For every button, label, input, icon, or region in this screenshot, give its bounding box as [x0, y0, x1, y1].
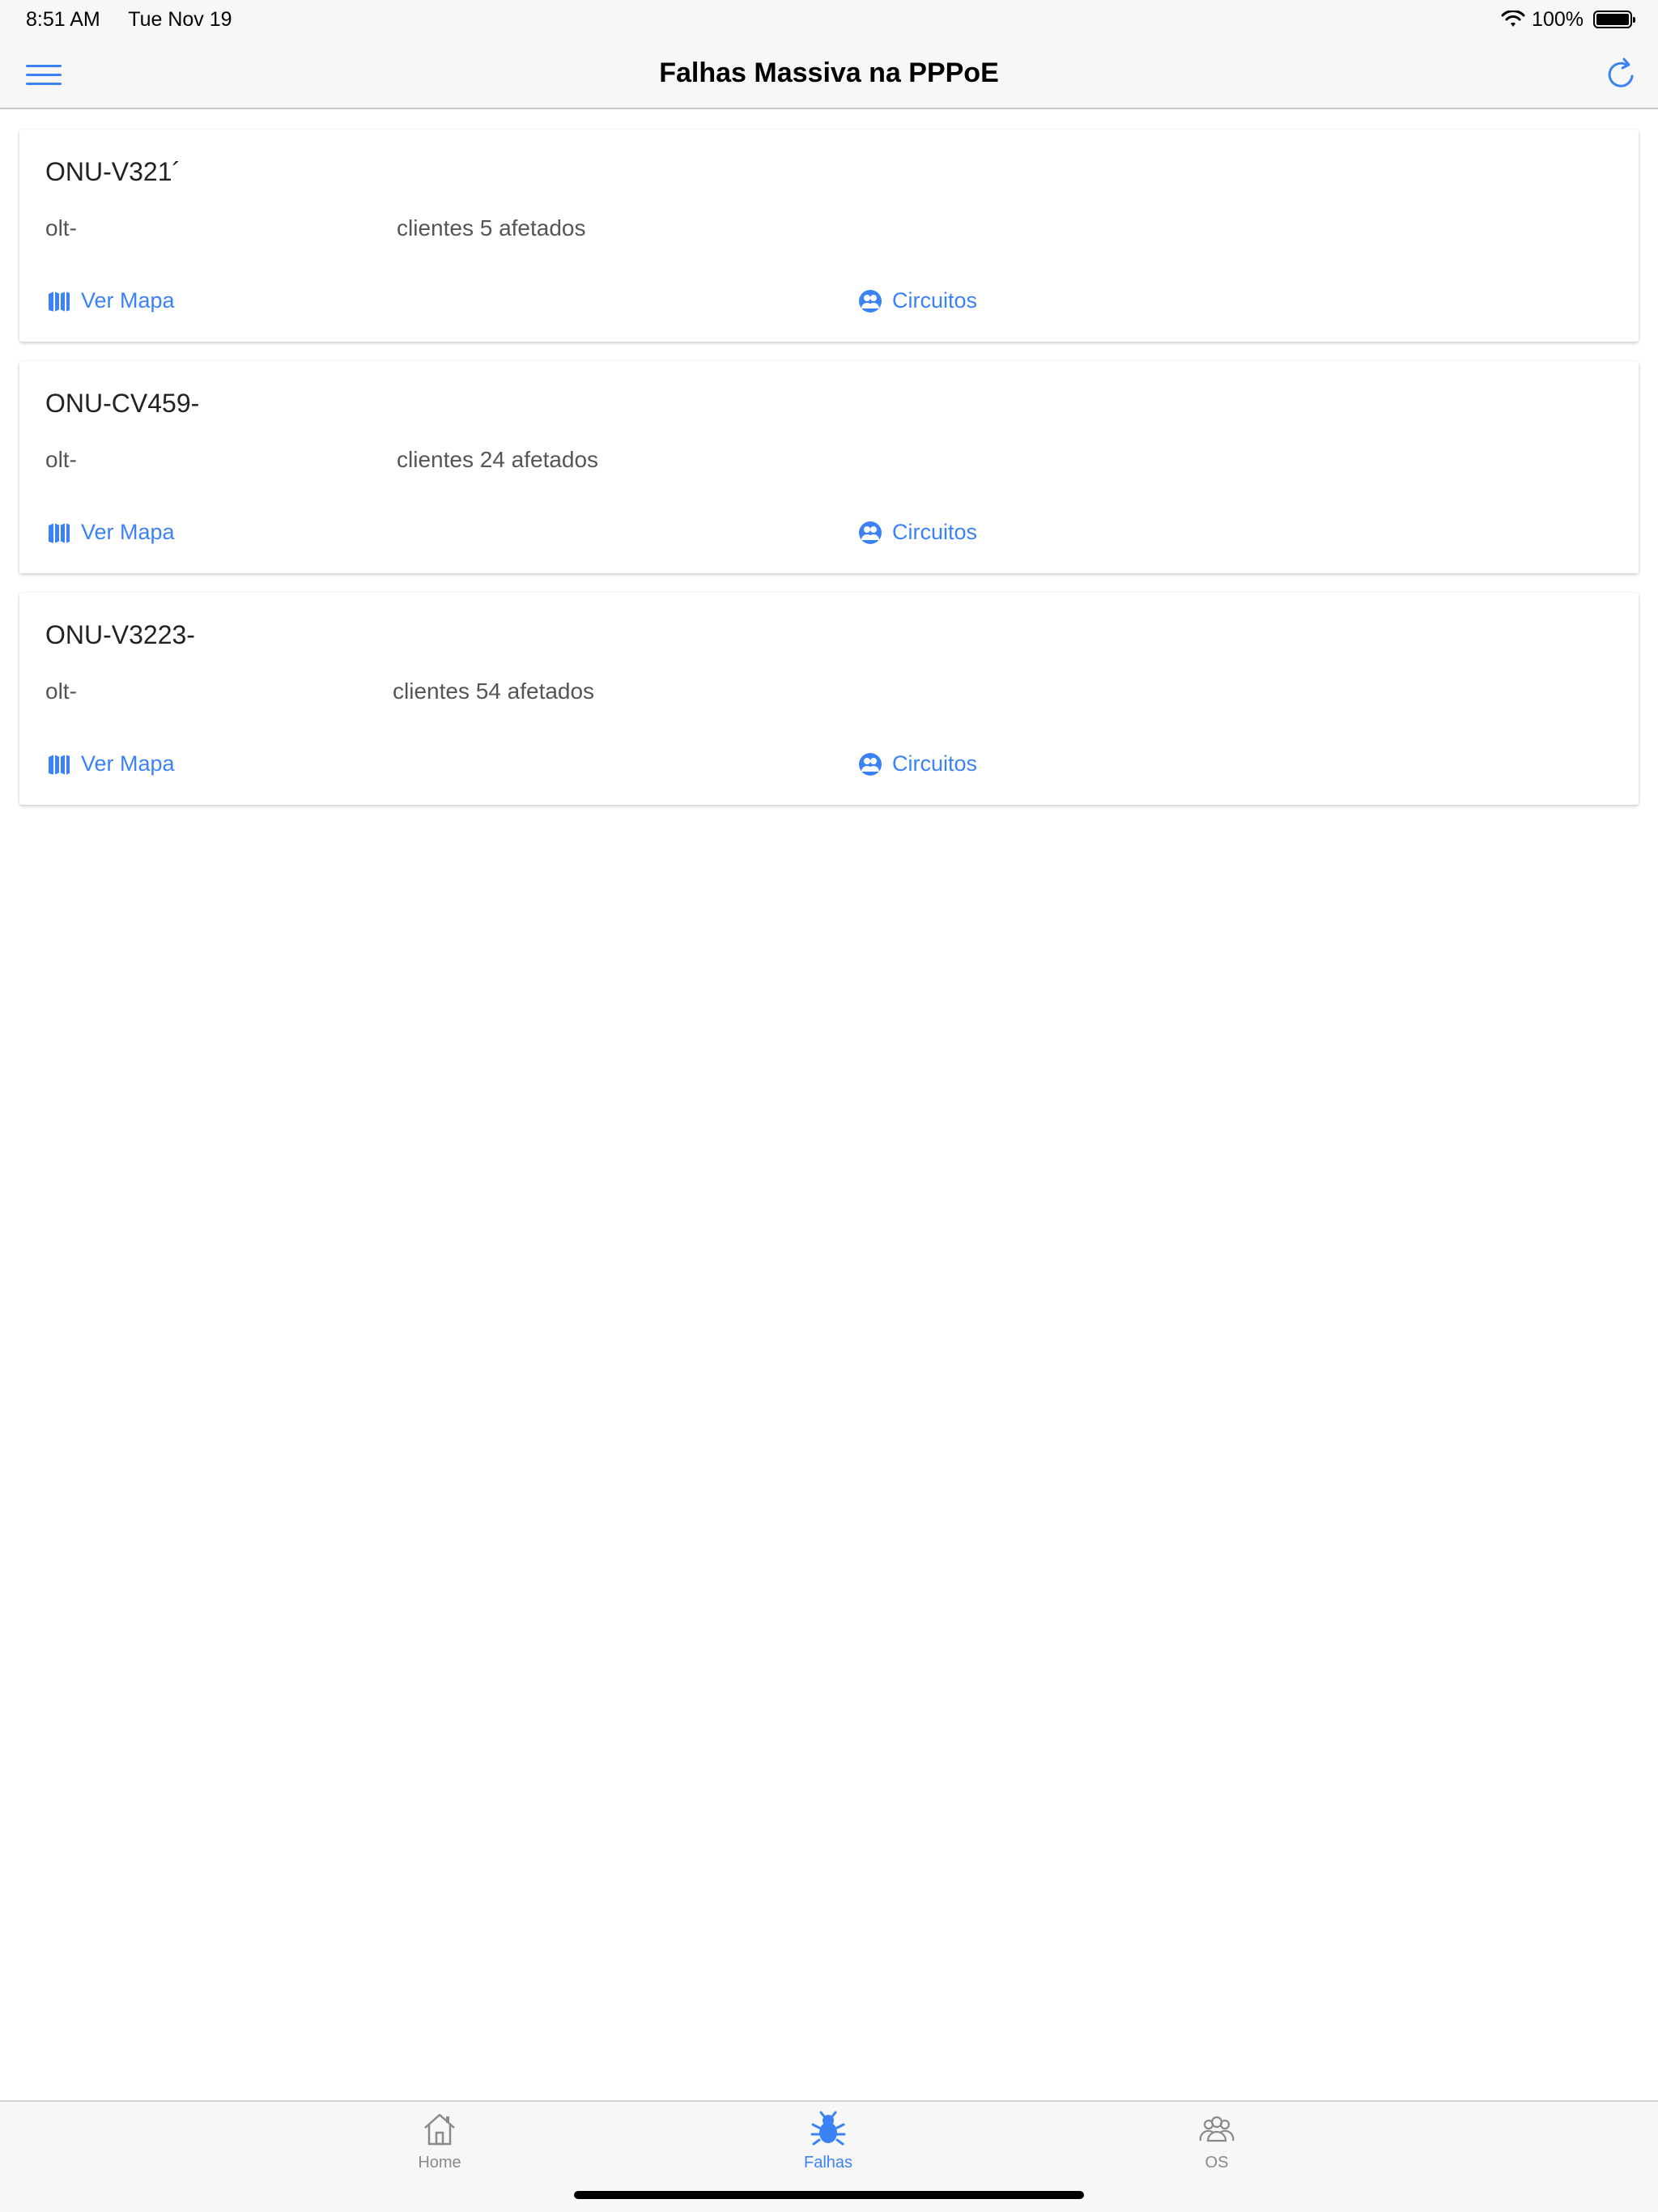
page-title: Falhas Massiva na PPPoE — [659, 57, 999, 88]
status-right: 100% — [1501, 7, 1635, 32]
status-bar: 8:51 AM Tue Nov 19 100% — [0, 0, 1658, 39]
failure-card: ONU-V3223- olt- clientes 54 afetados Ver… — [19, 593, 1639, 805]
view-map-button[interactable]: Ver Mapa — [47, 288, 175, 313]
navigation-bar: Falhas Massiva na PPPoE — [0, 39, 1658, 109]
status-time: 8:51 AM — [26, 7, 100, 31]
onu-title: ONU-V321´ — [45, 157, 181, 186]
failure-card: ONU-V321´ olt- clientes 5 afetados Ver M… — [19, 130, 1639, 342]
tab-home[interactable]: Home — [359, 2110, 521, 2183]
view-map-label: Ver Mapa — [81, 288, 175, 313]
house-icon — [424, 2113, 455, 2146]
view-map-button[interactable]: Ver Mapa — [47, 751, 175, 776]
bug-icon — [810, 2111, 846, 2146]
map-icon — [49, 522, 70, 543]
olt-label: olt- — [45, 215, 77, 240]
circuits-button[interactable]: Circuitos — [858, 520, 977, 545]
map-icon — [49, 291, 70, 312]
tab-falhas[interactable]: Falhas — [747, 2110, 909, 2183]
wifi-icon — [1501, 11, 1525, 27]
users-circle-icon — [859, 289, 882, 313]
view-map-button[interactable]: Ver Mapa — [47, 520, 175, 545]
olt-label: olt- — [45, 678, 77, 704]
battery-fill — [1596, 14, 1629, 25]
onu-title: ONU-CV459- — [45, 389, 200, 418]
tab-falhas-label: Falhas — [803, 2154, 853, 2172]
failure-card: ONU-CV459- olt- clientes 24 afetados Ver… — [19, 361, 1639, 573]
tab-os[interactable]: OS — [1136, 2110, 1298, 2183]
view-map-label: Ver Mapa — [81, 520, 175, 544]
circuits-button[interactable]: Circuitos — [858, 288, 977, 313]
view-map-label: Ver Mapa — [81, 751, 175, 776]
onu-title: ONU-V3223- — [45, 620, 195, 649]
circuits-label: Circuitos — [892, 520, 978, 544]
tab-home-label: Home — [418, 2154, 461, 2172]
affected-clients: clientes 5 afetados — [397, 215, 586, 240]
home-indicator[interactable] — [574, 2191, 1084, 2199]
circuits-button[interactable]: Circuitos — [858, 751, 977, 776]
users-circle-icon — [859, 521, 882, 544]
tab-os-label: OS — [1205, 2154, 1229, 2172]
status-left: 8:51 AM Tue Nov 19 — [26, 8, 255, 32]
battery-icon — [1593, 11, 1635, 28]
circuits-label: Circuitos — [892, 751, 978, 776]
map-icon — [49, 754, 70, 775]
refresh-icon[interactable] — [1603, 57, 1639, 92]
olt-label: olt- — [45, 447, 77, 472]
battery-percent: 100% — [1532, 7, 1584, 31]
circuits-label: Circuitos — [892, 288, 978, 313]
affected-clients: clientes 24 afetados — [397, 447, 599, 472]
hamburger-menu-icon[interactable] — [26, 58, 62, 91]
affected-clients: clientes 54 afetados — [393, 678, 595, 704]
failures-list: ONU-V321´ olt- clientes 5 afetados Ver M… — [19, 130, 1639, 824]
group-icon — [1199, 2116, 1235, 2142]
users-circle-icon — [859, 752, 882, 776]
status-date: Tue Nov 19 — [128, 7, 232, 31]
